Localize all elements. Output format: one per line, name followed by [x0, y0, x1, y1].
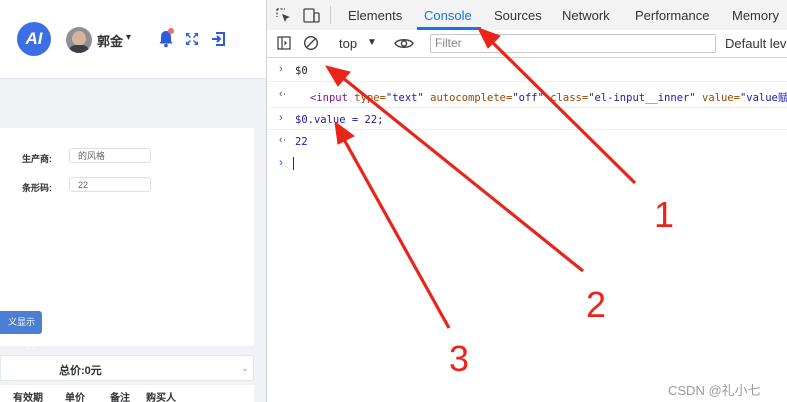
- annotation-label-3: 3: [449, 338, 470, 379]
- annotation-label-2: 2: [586, 284, 607, 325]
- notification-dot: [168, 28, 174, 34]
- manufacturer-label: 生产商:: [22, 154, 52, 164]
- watermark: CSDN @礼小七: [668, 383, 761, 398]
- column-header: 有效期: [13, 393, 43, 402]
- annotation-label-1: 1: [654, 194, 675, 235]
- eye-icon[interactable]: [394, 37, 414, 50]
- input-arrow-icon: ›: [279, 63, 283, 75]
- chevron-down-icon[interactable]: ▼: [367, 37, 377, 48]
- console-output-element[interactable]: <input type="text" autocomplete="off" cl…: [310, 90, 787, 105]
- console-input-text[interactable]: $0: [295, 65, 308, 77]
- console-prompt-input[interactable]: [293, 157, 294, 170]
- prompt-arrow-icon: ›: [279, 155, 283, 169]
- console-input-text[interactable]: $0.value = 22;: [295, 114, 384, 126]
- barcode-input[interactable]: 22: [69, 177, 151, 192]
- column-header: 购买人: [146, 393, 176, 402]
- column-header: 备注: [110, 393, 130, 402]
- chevron-down-icon[interactable]: ▾: [126, 32, 131, 43]
- context-select[interactable]: top: [339, 36, 357, 51]
- manufacturer-input[interactable]: 的风格: [69, 148, 151, 163]
- app-panel: AI 郭金 ▾ 生产商: 的风格 条形码: 22 义显示列 总价:0元 ⌄ 有效…: [0, 0, 266, 402]
- total-price: 总价:0元: [59, 365, 102, 377]
- table-header: 有效期 单价 备注 购买人: [0, 385, 254, 402]
- logout-icon[interactable]: [211, 32, 225, 46]
- device-toolbar-icon[interactable]: [303, 8, 320, 23]
- total-price-bar: 总价:0元 ⌄: [0, 355, 254, 381]
- tab-memory[interactable]: Memory: [732, 8, 779, 23]
- tab-console[interactable]: Console: [424, 8, 472, 23]
- output-arrow-icon: ‹·: [279, 134, 287, 146]
- sidebar-toggle-icon[interactable]: [277, 36, 291, 50]
- devtools-tabbar: Elements Console Sources Network Perform…: [267, 0, 787, 31]
- console-toolbar: top ▼ Filter Default levels: [267, 30, 787, 58]
- input-arrow-icon: ›: [279, 112, 283, 124]
- chevron-down-icon[interactable]: ⌄: [241, 363, 249, 374]
- avatar[interactable]: [66, 27, 92, 53]
- clear-console-icon[interactable]: [303, 35, 319, 51]
- tab-elements[interactable]: Elements: [348, 8, 402, 23]
- tab-performance[interactable]: Performance: [635, 8, 709, 23]
- devtools-panel: Elements Console Sources Network Perform…: [266, 0, 787, 402]
- console-output-value: 22: [295, 136, 308, 148]
- tab-sources[interactable]: Sources: [494, 8, 542, 23]
- ai-logo[interactable]: AI: [17, 22, 51, 56]
- console-input-row: › $0: [267, 57, 787, 82]
- filter-input[interactable]: Filter: [430, 34, 716, 53]
- console-output-row: ‹· <input type="text" autocomplete="off"…: [267, 82, 787, 108]
- divider: [330, 6, 331, 24]
- inspect-element-icon[interactable]: [276, 8, 291, 23]
- app-header: AI 郭金 ▾: [0, 0, 266, 79]
- column-header: 单价: [65, 393, 85, 402]
- log-levels-select[interactable]: Default levels: [725, 36, 787, 51]
- output-arrow-icon: ‹·: [279, 88, 287, 100]
- tab-network[interactable]: Network: [562, 8, 610, 23]
- display-columns-button[interactable]: 义显示列: [0, 311, 42, 350]
- user-name[interactable]: 郭金: [97, 31, 123, 50]
- barcode-label: 条形码:: [22, 183, 52, 193]
- fullscreen-icon[interactable]: [185, 32, 199, 46]
- console-input-row: › $0.value = 22;: [267, 108, 787, 130]
- console-output-row: ‹· 22: [267, 130, 787, 152]
